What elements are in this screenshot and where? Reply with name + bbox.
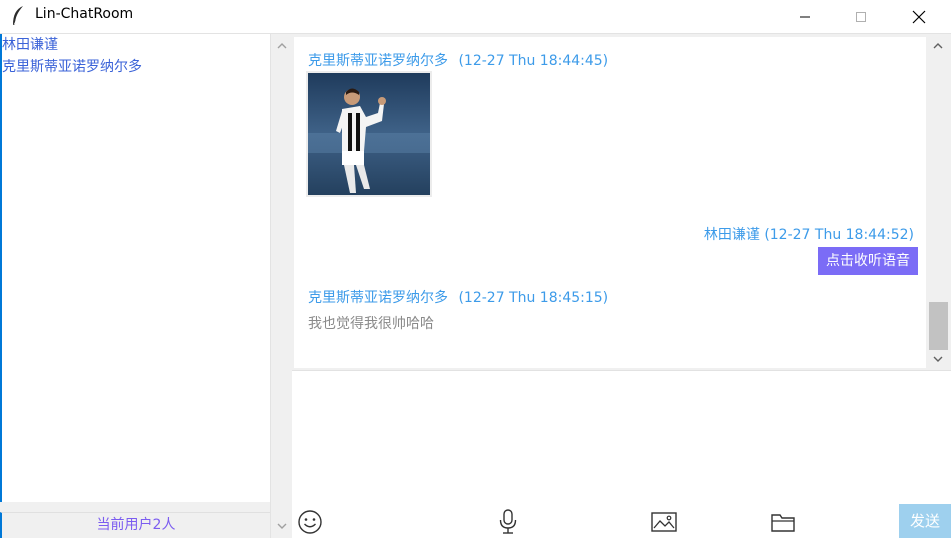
- title-bar: Lin-ChatRoom: [0, 0, 951, 34]
- message-sender: 克里斯蒂亚诺罗纳尔多: [308, 290, 448, 306]
- scroll-up-icon[interactable]: [275, 40, 289, 52]
- close-button[interactable]: [896, 0, 942, 33]
- image-icon: [651, 512, 677, 532]
- minimize-icon: [800, 16, 810, 17]
- message-time: (12-27 Thu 18:44:52): [764, 227, 914, 243]
- chat-scrollbar[interactable]: [926, 37, 951, 368]
- message-time: (12-27 Thu 18:45:15): [458, 290, 609, 306]
- play-voice-button[interactable]: 点击收听语音: [818, 247, 918, 275]
- message-header: 克里斯蒂亚诺罗纳尔多 (12-27 Thu 18:44:45): [308, 50, 608, 70]
- emoji-icon: [298, 510, 322, 534]
- message-header: 林田谦谨 (12-27 Thu 18:44:52): [704, 224, 914, 244]
- minimize-button[interactable]: [782, 0, 828, 33]
- maximize-icon: [856, 11, 866, 22]
- folder-icon: [771, 514, 795, 532]
- user-list-scrollbar[interactable]: [270, 34, 292, 538]
- message-text: 我也觉得我很帅哈哈: [308, 316, 434, 332]
- voice-record-button[interactable]: [493, 508, 523, 536]
- message-header: 克里斯蒂亚诺罗纳尔多 (12-27 Thu 18:45:15): [308, 287, 608, 307]
- scroll-thumb[interactable]: [929, 302, 948, 350]
- user-count-label: 当前用户2人: [0, 512, 270, 538]
- microphone-icon: [499, 509, 517, 534]
- message-sender: 克里斯蒂亚诺罗纳尔多: [308, 53, 448, 69]
- user-list: 林田谦谨 克里斯蒂亚诺罗纳尔多: [0, 34, 270, 502]
- message-input[interactable]: [292, 370, 951, 538]
- player-photo: [308, 73, 430, 195]
- user-list-item[interactable]: 林田谦谨: [2, 34, 270, 56]
- close-icon: [912, 10, 926, 23]
- message-sender: 林田谦谨: [703, 227, 760, 243]
- scroll-down-icon[interactable]: [931, 353, 945, 365]
- user-list-item[interactable]: 克里斯蒂亚诺罗纳尔多: [2, 56, 270, 78]
- message-image[interactable]: [306, 71, 432, 197]
- maximize-button[interactable]: [838, 0, 884, 33]
- chat-message-area: 克里斯蒂亚诺罗纳尔多 (12-27 Thu 18:44:45) 林田谦谨 (12…: [294, 37, 926, 368]
- message-time: (12-27 Thu 18:44:45): [458, 53, 609, 69]
- emoji-button[interactable]: [295, 508, 325, 536]
- send-file-button[interactable]: [768, 508, 798, 536]
- window-title: Lin-ChatRoom: [35, 6, 134, 22]
- scroll-down-icon[interactable]: [275, 520, 289, 532]
- scroll-up-icon[interactable]: [931, 40, 945, 52]
- send-button[interactable]: 发送: [899, 504, 951, 538]
- send-image-button[interactable]: [649, 508, 679, 536]
- feather-icon: [13, 6, 23, 26]
